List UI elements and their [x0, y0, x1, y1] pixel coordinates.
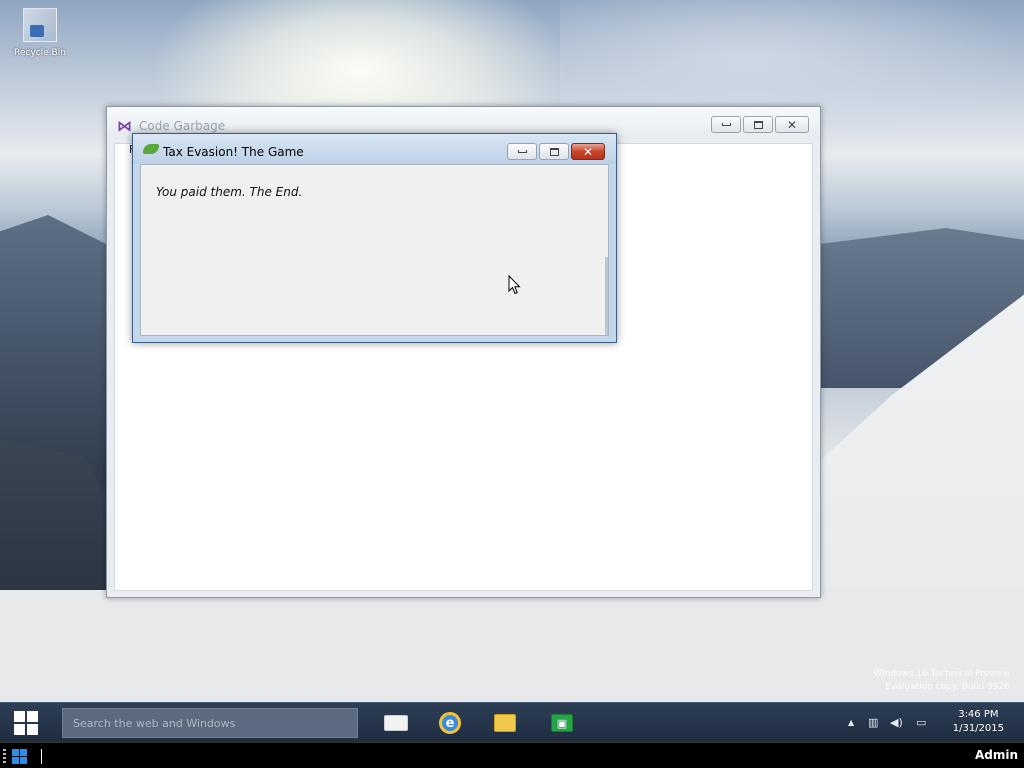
clock-date: 1/31/2015: [952, 723, 1004, 734]
game-dialog[interactable]: Tax Evasion! The Game ✕ You paid them. T…: [132, 133, 617, 343]
main-close-button[interactable]: ✕: [775, 116, 809, 133]
maximize-icon: [549, 147, 559, 156]
maximize-icon: [753, 120, 763, 129]
main-window-controls: ✕: [711, 116, 809, 133]
desktop-watermark: Windows 10 Technical Preview Evaluation …: [873, 668, 1010, 694]
action-center-icon[interactable]: ▭: [916, 716, 926, 729]
network-icon[interactable]: ▥: [868, 716, 878, 729]
taskbar-internet-explorer[interactable]: e: [428, 707, 472, 739]
main-window-title: Code Garbage: [139, 119, 226, 133]
mouse-cursor-icon: [508, 275, 521, 295]
volume-icon[interactable]: ◀): [890, 716, 903, 729]
dialog-close-button[interactable]: ✕: [571, 143, 605, 160]
folder-icon: [494, 714, 516, 732]
vm-console-bar: Admin: [0, 742, 1024, 768]
close-icon: ✕: [582, 144, 594, 159]
windows-logo-icon: [14, 711, 38, 735]
dialog-scroll-edge: [605, 257, 608, 335]
taskbar-task-view[interactable]: [374, 707, 418, 739]
wallpaper-snow-floor: [0, 590, 1024, 702]
taskbar-search-box[interactable]: Search the web and Windows: [62, 708, 358, 738]
start-button[interactable]: [8, 709, 44, 737]
tray-overflow-chevron-icon[interactable]: ▲: [848, 718, 854, 727]
dialog-maximize-button[interactable]: [539, 143, 569, 160]
task-view-icon: [384, 715, 408, 731]
main-maximize-button[interactable]: [743, 116, 773, 133]
close-icon: ✕: [786, 117, 798, 132]
minimize-icon: [721, 123, 731, 126]
main-minimize-button[interactable]: [711, 116, 741, 133]
windows-logo-icon: [12, 749, 27, 764]
taskbar-store[interactable]: ▣: [540, 707, 584, 739]
dialog-titlebar[interactable]: Tax Evasion! The Game ✕: [133, 134, 616, 164]
ie-icon: e: [439, 712, 461, 734]
dialog-message: You paid them. The End.: [156, 185, 303, 199]
taskbar: Search the web and Windows e ▣ ▲ ▥ ◀) ▭ …: [0, 702, 1024, 742]
text-caret: [41, 749, 42, 764]
recycle-bin-icon: [23, 8, 57, 42]
game-app-icon: [143, 144, 159, 154]
taskbar-clock[interactable]: 3:46 PM 1/31/2015: [953, 708, 1004, 736]
watermark-line-2: Evaluation copy. Build 9926: [885, 682, 1010, 692]
desktop-icon-label: Recycle Bin: [14, 48, 66, 58]
visual-studio-icon: ⋈: [117, 117, 132, 135]
dialog-minimize-button[interactable]: [507, 143, 537, 160]
dialog-controls: ✕: [507, 143, 605, 160]
store-icon: ▣: [551, 714, 573, 732]
vm-user-label: Admin: [974, 748, 1018, 762]
dialog-client-area: You paid them. The End.: [140, 164, 609, 336]
desktop-icon-recycle-bin[interactable]: Recycle Bin: [6, 8, 74, 58]
dialog-title: Tax Evasion! The Game: [163, 145, 304, 159]
taskbar-file-explorer[interactable]: [483, 707, 527, 739]
minimize-icon: [517, 150, 527, 153]
vm-bar-grip-icon[interactable]: [3, 749, 6, 763]
clock-time: 3:46 PM: [958, 709, 999, 720]
watermark-line-1: Windows 10 Technical Preview: [873, 669, 1010, 679]
system-tray: ▲ ▥ ◀) ▭ 3:46 PM 1/31/2015: [844, 703, 1024, 743]
vm-windows-button[interactable]: [12, 749, 27, 764]
